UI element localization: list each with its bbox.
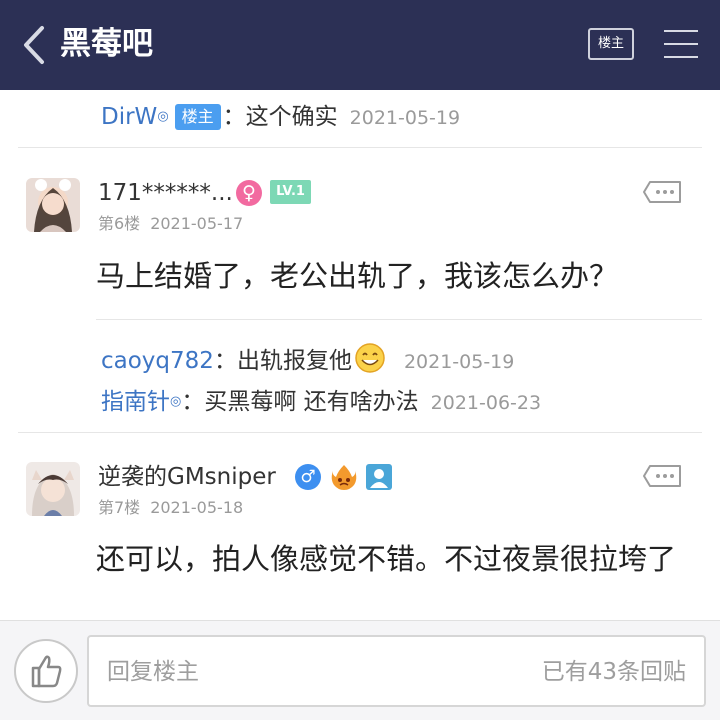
post-feed[interactable]: DirW◎ 楼主 ：这个确实 2021-05-19 171******... ♀ LV… [0,90,720,620]
divider [18,147,702,148]
bound-circle-icon: ◎ [170,394,182,409]
reply-username[interactable]: 指南针 [101,389,170,415]
sub-reply: DirW◎ 楼主 ：这个确实 2021-05-19 [101,100,460,135]
reply-date: 2021-05-19 [349,107,461,129]
person-icon [370,469,388,488]
reply-text: ：买黑莓啊 还有啥办法 [181,389,419,415]
thumbs-up-icon [31,655,62,688]
floor-number: 第7楼 [98,498,141,517]
fire-badge-icon [331,465,357,490]
person-card-icon [366,464,392,490]
reply-date: 2021-06-23 [430,392,542,414]
post-meta: 第6楼 2021-05-17 [98,213,243,235]
top-header: 黑莓吧 楼主 [0,0,720,90]
only-louzhu-button[interactable]: 楼主 [588,28,634,60]
post-date: 2021-05-17 [150,214,244,233]
reply-placeholder: 回复楼主 [107,659,199,685]
more-options-icon[interactable] [642,464,682,488]
post-date: 2021-05-18 [150,498,244,517]
avatar-image [26,178,80,232]
more-options-icon[interactable] [642,180,682,204]
sub-reply: caoyq782：出轨报复他 2021-05-19 [101,342,514,379]
reply-input[interactable]: 回复楼主 已有43条回贴 [87,635,706,707]
comment-more-icon [643,181,681,203]
chevron-left-icon [24,26,44,64]
divider [96,319,702,320]
back-button[interactable] [18,24,54,66]
reply-count: 已有43条回贴 [541,659,686,685]
post-content: 还可以，拍人像感觉不错。不过夜景很拉垮了 [96,542,677,576]
sub-reply: 指南针◎：买黑莓啊 还有啥办法 2021-06-23 [101,385,541,420]
like-button[interactable] [14,639,78,703]
bottom-bar: 回复楼主 已有43条回贴 [0,620,720,720]
post-username[interactable]: 171******... [98,178,233,208]
post-username[interactable]: 逆袭的GMsniper [98,462,276,492]
avatar[interactable] [26,178,80,232]
reply-username[interactable]: caoyq782 [101,348,214,374]
bound-circle-icon: ◎ [157,109,169,124]
reply-text: ：出轨报复他 [213,348,352,374]
page-title: 黑莓吧 [60,26,153,62]
comment-more-icon [643,465,681,487]
avatar-image [26,462,80,516]
menu-icon[interactable] [664,28,698,60]
female-gender-icon: ♀ [236,180,262,206]
post-meta: 第7楼 2021-05-18 [98,497,243,519]
smile-emoji-icon [355,343,385,373]
reply-date: 2021-05-19 [403,351,515,373]
avatar[interactable] [26,462,80,516]
male-gender-icon: ♂ [295,464,321,490]
louzhu-badge: 楼主 [174,104,221,130]
reply-text: ：这个确实 [222,104,338,130]
divider [18,432,702,433]
post-content: 马上结婚了，老公出轨了，我该怎么办？ [96,259,619,293]
level-badge: LV.1 [270,180,311,204]
floor-number: 第6楼 [98,214,141,233]
reply-username[interactable]: DirW [101,104,157,130]
